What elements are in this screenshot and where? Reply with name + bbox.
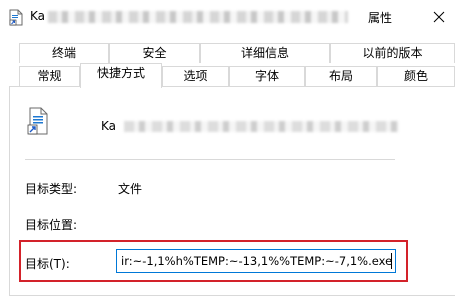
- window-title-suffix: 属性: [368, 11, 393, 25]
- divider: [25, 159, 395, 160]
- target-location-label: 目标位置:: [25, 218, 78, 232]
- text-caret: [391, 253, 392, 269]
- target-type-label: 目标类型:: [25, 182, 78, 196]
- close-icon: [433, 11, 445, 23]
- tab-terminal[interactable]: 终端: [19, 43, 109, 63]
- target-type-value: 文件: [118, 182, 143, 196]
- tab-shortcut[interactable]: 快捷方式: [80, 63, 162, 88]
- shortcut-file-icon: [9, 9, 23, 26]
- title-bar: Ka 属性: [0, 0, 455, 35]
- tab-options[interactable]: 选项: [162, 66, 229, 86]
- redacted-title-text: [48, 11, 348, 23]
- target-label: 目标(T):: [25, 257, 70, 271]
- close-button[interactable]: [426, 5, 452, 29]
- tab-colors[interactable]: 颜色: [377, 66, 455, 86]
- tab-general[interactable]: 常规: [19, 66, 80, 86]
- tab-font[interactable]: 字体: [229, 66, 305, 86]
- window-title-prefix: Ka: [30, 9, 46, 23]
- tab-details[interactable]: 详细信息: [200, 43, 330, 63]
- target-input[interactable]: ir:~-1,1%h%TEMP:~-13,1%%TEMP:~-7,1%.exe: [116, 249, 396, 273]
- shortcut-name-prefix: Ka: [101, 119, 117, 133]
- redacted-shortcut-name: [124, 121, 399, 132]
- shortcut-file-icon: [27, 107, 48, 135]
- tab-previous-versions[interactable]: 以前的版本: [330, 43, 455, 63]
- tab-layout[interactable]: 布局: [305, 66, 377, 86]
- tab-security[interactable]: 安全: [109, 43, 200, 63]
